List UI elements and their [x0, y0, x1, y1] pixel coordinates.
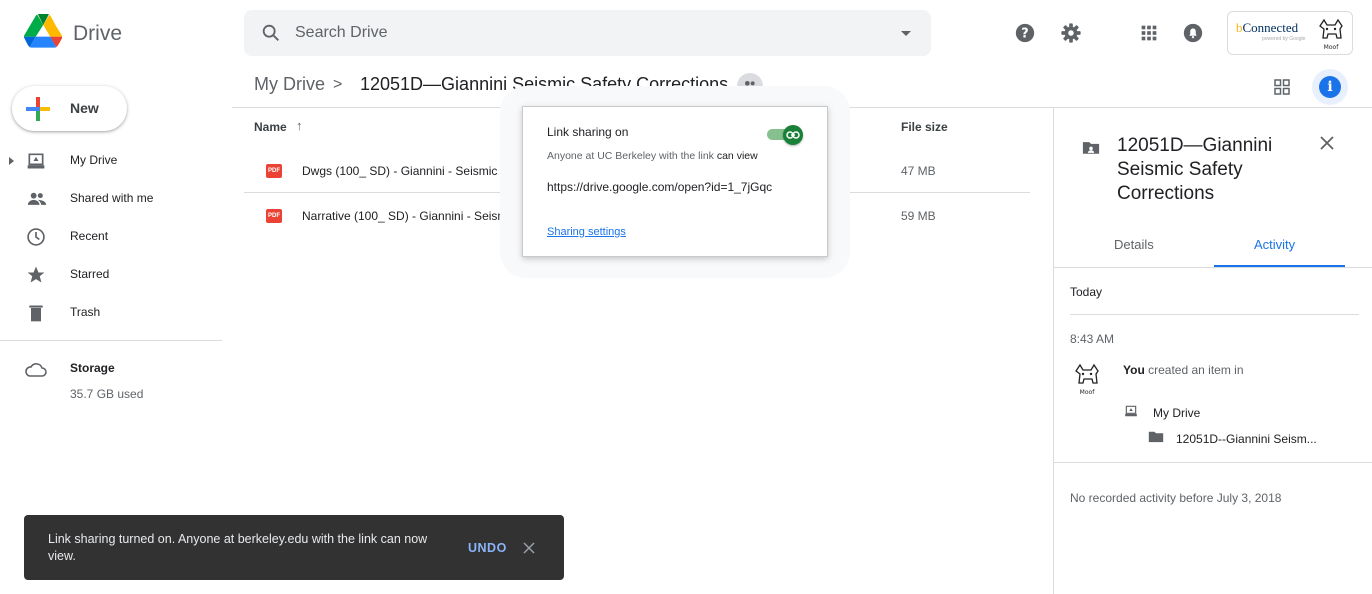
info-icon: i: [1319, 76, 1341, 98]
pdf-icon: PDF: [266, 209, 282, 223]
people-icon: [27, 192, 47, 205]
sharing-settings-link[interactable]: Sharing settings: [547, 226, 626, 238]
sidebar-item-label: Recent: [70, 229, 109, 243]
link-sharing-popover: Link sharing on Anyone at UC Berkeley wi…: [522, 106, 828, 257]
clock-icon: [27, 228, 45, 246]
activity-divider: [1054, 462, 1372, 463]
tab-divider: [1054, 267, 1372, 268]
activity-footer: No recorded activity before July 3, 2018: [1070, 491, 1282, 505]
file-name[interactable]: Narrative (100_ SD) - Giannini - Seismic: [302, 209, 516, 223]
close-icon[interactable]: [1318, 134, 1336, 152]
drive-icon: [1125, 405, 1137, 417]
activity-day-heading: Today: [1070, 285, 1103, 299]
svg-text:Moof: Moof: [1324, 44, 1340, 51]
expand-arrow-icon[interactable]: [9, 157, 14, 165]
folder-icon: [1148, 431, 1164, 443]
plus-icon: [26, 97, 50, 121]
apps-grid-icon[interactable]: [1138, 22, 1160, 44]
settings-gear-icon[interactable]: [1060, 22, 1082, 44]
storage-used: 35.7 GB used: [70, 387, 144, 401]
activity-location-parent[interactable]: My Drive: [1153, 406, 1200, 420]
details-panel: 12051D—Giannini Seismic Safety Correctio…: [1053, 108, 1372, 594]
sidebar-item-label: My Drive: [70, 153, 118, 167]
toggle-thumb[interactable]: [783, 125, 803, 145]
activity-divider: [1070, 314, 1359, 315]
sidebar-item-recent[interactable]: Recent: [0, 218, 232, 256]
pdf-icon: PDF: [266, 164, 282, 178]
drive-logo[interactable]: [24, 14, 62, 48]
new-button[interactable]: New: [12, 86, 127, 131]
notifications-bell-icon[interactable]: [1182, 22, 1204, 44]
popover-title: Link sharing on: [547, 125, 629, 139]
tab-details[interactable]: Details: [1114, 237, 1154, 252]
sort-arrow-icon[interactable]: ↑: [296, 118, 303, 133]
account-switcher[interactable]: bConnected powered by Google Moof: [1227, 11, 1353, 55]
org-tagline: powered by Google: [1262, 36, 1306, 42]
sidebar-divider: [0, 340, 222, 341]
sidebar-item-starred[interactable]: Starred: [0, 256, 232, 294]
svg-text:Moof: Moof: [1080, 389, 1096, 396]
file-name[interactable]: Dwgs (100_ SD) - Giannini - Seismic (120: [302, 164, 525, 178]
tab-activity[interactable]: Activity: [1254, 237, 1295, 252]
help-icon[interactable]: ?: [1014, 22, 1036, 44]
drive-icon: [27, 153, 45, 169]
search-input[interactable]: Search Drive: [295, 24, 387, 42]
app-name: Drive: [73, 22, 123, 45]
file-size: 47 MB: [901, 164, 936, 178]
search-bar[interactable]: Search Drive: [244, 10, 931, 56]
activity-description: You created an item in: [1123, 363, 1244, 377]
star-icon: [27, 266, 45, 283]
activity-location-folder[interactable]: 12051D--Giannini Seism...: [1176, 432, 1317, 446]
link-sharing-toggle[interactable]: [765, 125, 805, 145]
shared-folder-icon: [1082, 142, 1100, 154]
cloud-icon: [25, 363, 47, 377]
column-header-file-size[interactable]: File size: [901, 120, 948, 134]
file-size: 59 MB: [901, 209, 936, 223]
popover-subtitle: Anyone at UC Berkeley with the link can …: [547, 150, 758, 162]
sidebar-item-label: Trash: [70, 305, 101, 319]
snackbar: Link sharing turned on. Anyone at berkel…: [24, 515, 564, 580]
activity-time: 8:43 AM: [1070, 332, 1115, 346]
org-logo: bConnected: [1236, 20, 1299, 35]
svg-text:?: ?: [1021, 27, 1028, 42]
avatar: Moof: [1075, 363, 1099, 396]
snackbar-message: Link sharing turned on. Anyone at berkel…: [48, 532, 428, 563]
view-details-button[interactable]: i: [1312, 69, 1348, 105]
avatar[interactable]: Moof: [1314, 16, 1348, 52]
link-icon: [786, 131, 800, 139]
grid-view-icon[interactable]: [1274, 79, 1290, 95]
undo-button[interactable]: UNDO: [468, 541, 507, 555]
share-link-field[interactable]: https://drive.google.com/open?id=1_7jGqc: [547, 180, 811, 194]
column-header-name[interactable]: Name: [254, 120, 287, 134]
breadcrumb-root[interactable]: My Drive: [254, 74, 325, 95]
search-options-icon[interactable]: [901, 31, 911, 36]
sidebar-item-label: Shared with me: [70, 191, 154, 205]
storage-label[interactable]: Storage: [70, 361, 115, 375]
trash-icon: [29, 305, 43, 322]
panel-title: 12051D—Giannini Seismic Safety Correctio…: [1117, 135, 1273, 204]
sidebar-item-my-drive[interactable]: My Drive: [0, 142, 232, 180]
sidebar-item-label: Starred: [70, 267, 110, 281]
permission-dropdown[interactable]: can view: [717, 150, 758, 162]
new-button-label: New: [70, 100, 99, 116]
close-icon[interactable]: [522, 541, 536, 555]
sidebar-item-shared-with-me[interactable]: Shared with me: [0, 180, 232, 218]
sidebar-item-trash[interactable]: Trash: [0, 294, 232, 332]
search-icon[interactable]: [260, 22, 282, 44]
breadcrumb-separator: >: [333, 76, 343, 93]
